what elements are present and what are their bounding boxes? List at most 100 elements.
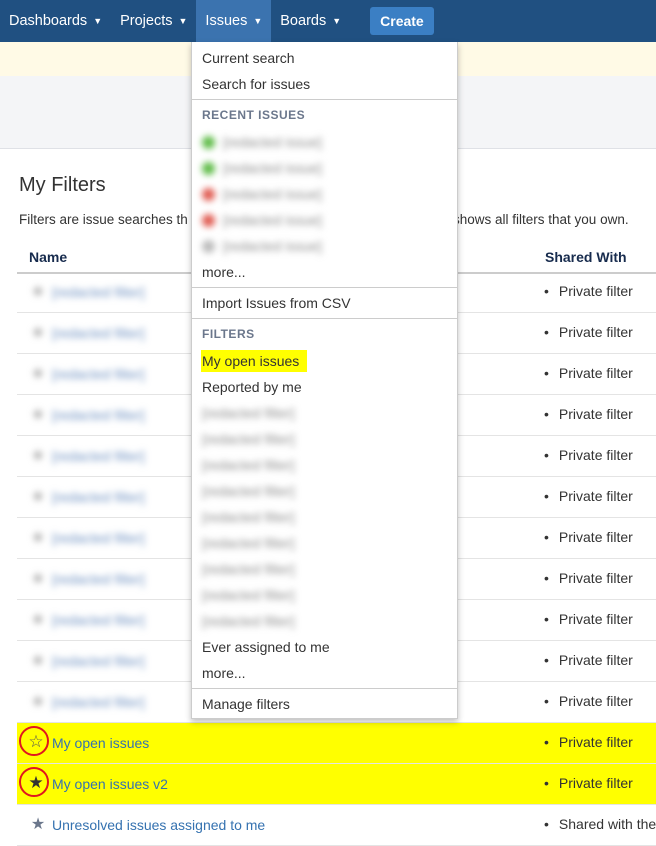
filters-heading: FILTERS xyxy=(202,327,255,341)
shared-with-value: Private filter xyxy=(558,488,633,504)
filter-link[interactable]: [redacted filter] xyxy=(52,407,145,423)
issues-dropdown-menu: Current search Search for issues RECENT … xyxy=(191,42,458,719)
shared-with-value: Private filter xyxy=(558,447,633,463)
menu-item-filter[interactable]: [redacted filter] xyxy=(202,405,295,421)
page-description-left: Filters are issue searches th xyxy=(19,212,188,227)
menu-item-filter[interactable]: [redacted filter] xyxy=(202,587,295,603)
favourite-star-icon[interactable]: ★ xyxy=(30,325,46,341)
nav-dashboards-label: Dashboards xyxy=(9,13,88,29)
nav-dashboards[interactable]: Dashboards ▼ xyxy=(0,0,111,42)
top-navigation-bar: Dashboards ▼ Projects ▼ Issues ▼ Boards … xyxy=(0,0,656,42)
status-dot-icon xyxy=(202,162,215,175)
chevron-down-icon: ▼ xyxy=(253,16,263,26)
status-dot-icon xyxy=(202,136,215,149)
menu-item-import-csv[interactable]: Import Issues from CSV xyxy=(202,295,351,311)
menu-divider xyxy=(192,287,457,288)
menu-item-recent-issue[interactable]: [redacted issue] xyxy=(202,134,322,150)
menu-item-recent-issue[interactable]: [redacted issue] xyxy=(202,160,322,176)
filter-link[interactable]: [redacted filter] xyxy=(52,489,145,505)
filter-link[interactable]: [redacted filter] xyxy=(52,530,145,546)
favourite-star-icon[interactable]: ★ xyxy=(30,612,46,628)
menu-divider xyxy=(192,688,457,689)
shared-with-cell: • Private filter xyxy=(544,775,633,791)
favourite-star-icon[interactable]: ★ xyxy=(30,653,46,669)
menu-item-search-for-issues[interactable]: Search for issues xyxy=(202,76,310,92)
filter-link-my-open-issues-v2[interactable]: My open issues v2 xyxy=(52,776,168,792)
filter-link[interactable]: [redacted filter] xyxy=(52,571,145,587)
menu-item-filter[interactable]: [redacted filter] xyxy=(202,457,295,473)
menu-item-more-recent[interactable]: more... xyxy=(202,264,246,280)
favourite-star-icon[interactable]: ★ xyxy=(30,489,46,505)
page-title: My Filters xyxy=(19,174,106,196)
shared-with-cell: • Private filter xyxy=(544,652,633,668)
menu-item-filter[interactable]: [redacted filter] xyxy=(202,613,295,629)
shared-with-cell: • Private filter xyxy=(544,365,633,381)
favourite-star-icon[interactable]: ★ xyxy=(30,366,46,382)
filter-link[interactable]: [redacted filter] xyxy=(52,448,145,464)
shared-with-value: Private filter xyxy=(558,283,633,299)
nav-projects-label: Projects xyxy=(120,13,173,29)
favourite-star-icon[interactable]: ★ xyxy=(30,284,46,300)
recent-issue-text: [redacted issue] xyxy=(223,134,322,150)
favourite-star-icon[interactable]: ★ xyxy=(30,407,46,423)
shared-with-value: Private filter xyxy=(558,406,633,422)
table-row: ★ Unresolved issues assigned to me • Shar… xyxy=(17,805,656,846)
page-description: Filters are issue searches th shows all … xyxy=(19,212,629,227)
recent-issue-text: [redacted issue] xyxy=(223,186,322,202)
menu-item-manage-filters[interactable]: Manage filters xyxy=(202,696,290,712)
table-row-my-open-issues: ☆ My open issues • Private filter xyxy=(17,723,656,764)
nav-projects[interactable]: Projects ▼ xyxy=(111,0,196,42)
filter-link[interactable]: [redacted filter] xyxy=(52,653,145,669)
shared-with-value: Private filter xyxy=(558,734,633,750)
nav-boards[interactable]: Boards ▼ xyxy=(271,0,350,42)
chevron-down-icon: ▼ xyxy=(93,16,103,26)
shared-with-cell: • Private filter xyxy=(544,529,633,545)
menu-item-my-open-issues[interactable]: My open issues xyxy=(201,350,308,372)
menu-item-recent-issue[interactable]: [redacted issue] xyxy=(202,186,322,202)
menu-item-recent-issue[interactable]: [redacted issue] xyxy=(202,238,322,254)
create-button[interactable]: Create xyxy=(370,7,434,35)
star-filled-icon[interactable]: ★ xyxy=(28,774,44,791)
nav-issues[interactable]: Issues ▼ xyxy=(196,0,272,42)
menu-item-ever-assigned[interactable]: Ever assigned to me xyxy=(202,639,330,655)
column-header-name[interactable]: Name xyxy=(29,249,67,265)
column-header-shared-with: Shared With xyxy=(545,249,627,265)
menu-item-current-search[interactable]: Current search xyxy=(202,50,295,66)
favourite-star-icon[interactable]: ★ xyxy=(30,694,46,710)
shared-with-cell: • Private filter xyxy=(544,406,633,422)
shared-with-cell: • Private filter xyxy=(544,734,633,750)
menu-item-recent-issue[interactable]: [redacted issue] xyxy=(202,212,322,228)
shared-with-cell: • Private filter xyxy=(544,611,633,627)
menu-item-filter[interactable]: [redacted filter] xyxy=(202,535,295,551)
filter-link-my-open-issues[interactable]: My open issues xyxy=(52,735,149,751)
shared-with-cell: • Private filter xyxy=(544,488,633,504)
shared-with-cell: • Private filter xyxy=(544,283,633,299)
shared-with-value: Private filter xyxy=(558,611,633,627)
favourite-star-icon[interactable]: ★ xyxy=(30,448,46,464)
shared-with-value: Private filter xyxy=(558,570,633,586)
shared-with-value: Private filter xyxy=(558,529,633,545)
recent-issue-text: [redacted issue] xyxy=(223,212,322,228)
status-dot-icon xyxy=(202,188,215,201)
recent-issues-heading: RECENT ISSUES xyxy=(202,108,306,122)
favourite-star-icon[interactable]: ★ xyxy=(30,530,46,546)
filter-link[interactable]: [redacted filter] xyxy=(52,612,145,628)
star-outline-icon[interactable]: ☆ xyxy=(28,733,44,750)
recent-issue-text: [redacted issue] xyxy=(223,160,322,176)
menu-item-more-filters[interactable]: more... xyxy=(202,665,246,681)
menu-divider xyxy=(192,318,457,319)
status-dot-icon xyxy=(202,240,215,253)
shared-with-value: Private filter xyxy=(558,693,633,709)
menu-item-filter[interactable]: [redacted filter] xyxy=(202,483,295,499)
menu-item-filter[interactable]: [redacted filter] xyxy=(202,509,295,525)
menu-item-reported-by-me[interactable]: Reported by me xyxy=(202,379,302,395)
filter-link[interactable]: [redacted filter] xyxy=(52,284,145,300)
menu-item-filter[interactable]: [redacted filter] xyxy=(202,431,295,447)
menu-item-filter[interactable]: [redacted filter] xyxy=(202,561,295,577)
chevron-down-icon: ▼ xyxy=(332,16,342,26)
filter-link[interactable]: [redacted filter] xyxy=(52,694,145,710)
filter-link[interactable]: [redacted filter] xyxy=(52,366,145,382)
favourite-star-icon[interactable]: ★ xyxy=(30,571,46,587)
filter-link[interactable]: [redacted filter] xyxy=(52,325,145,341)
table-row-my-open-issues-v2: ★ My open issues v2 • Private filter xyxy=(17,764,656,805)
